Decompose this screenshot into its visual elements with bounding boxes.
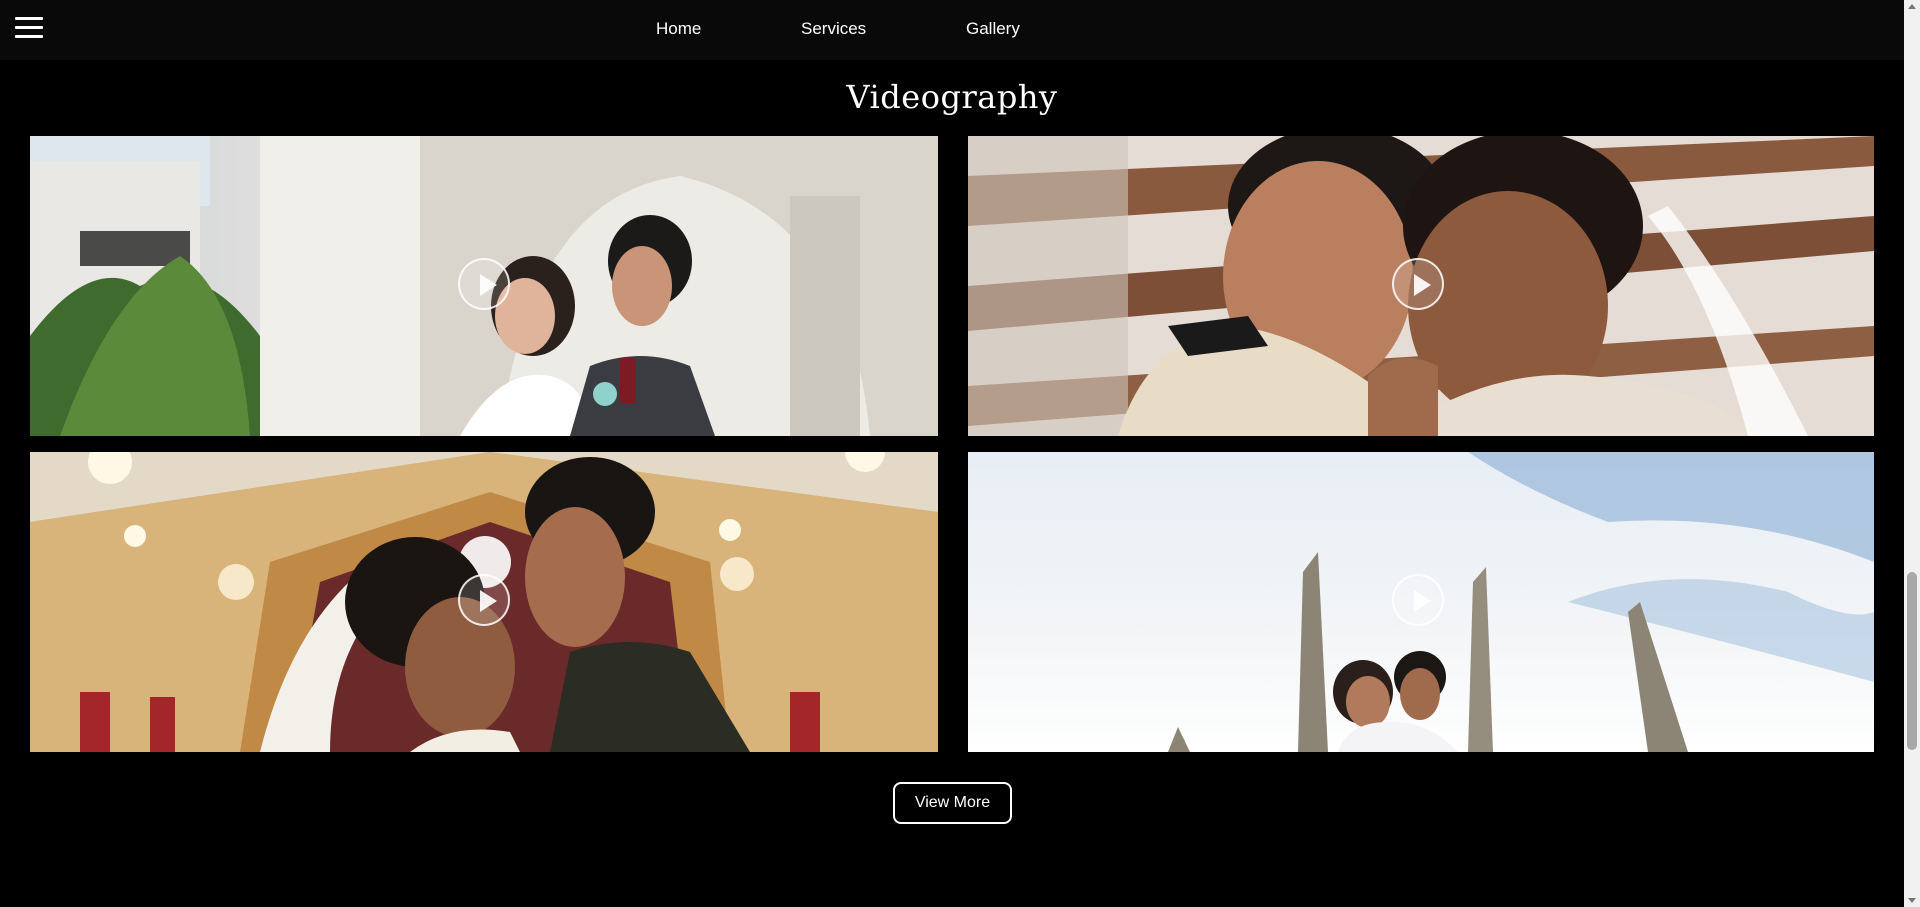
video-thumbnail-4[interactable]: [968, 452, 1874, 752]
top-navigation-bar: Home Services Gallery: [0, 0, 1904, 60]
video-thumbnail-2[interactable]: [968, 136, 1874, 436]
nav-link-home[interactable]: Home: [656, 0, 701, 57]
scroll-down-arrow-icon[interactable]: [1908, 898, 1916, 903]
page-scrollbar[interactable]: [1904, 0, 1920, 907]
scroll-up-arrow-icon[interactable]: [1908, 4, 1916, 9]
nav-link-gallery[interactable]: Gallery: [966, 0, 1020, 57]
section-title: Videography: [846, 78, 1058, 116]
nav-link-services[interactable]: Services: [801, 0, 866, 57]
play-icon[interactable]: [458, 574, 510, 626]
scrollbar-thumb[interactable]: [1907, 572, 1917, 750]
play-icon[interactable]: [1392, 574, 1444, 626]
video-thumbnail-3[interactable]: [30, 452, 938, 752]
play-icon[interactable]: [458, 258, 510, 310]
play-icon[interactable]: [1392, 258, 1444, 310]
video-thumbnail-1[interactable]: [30, 136, 938, 436]
hamburger-menu-icon[interactable]: [15, 15, 43, 41]
view-more-button[interactable]: View More: [893, 782, 1012, 824]
